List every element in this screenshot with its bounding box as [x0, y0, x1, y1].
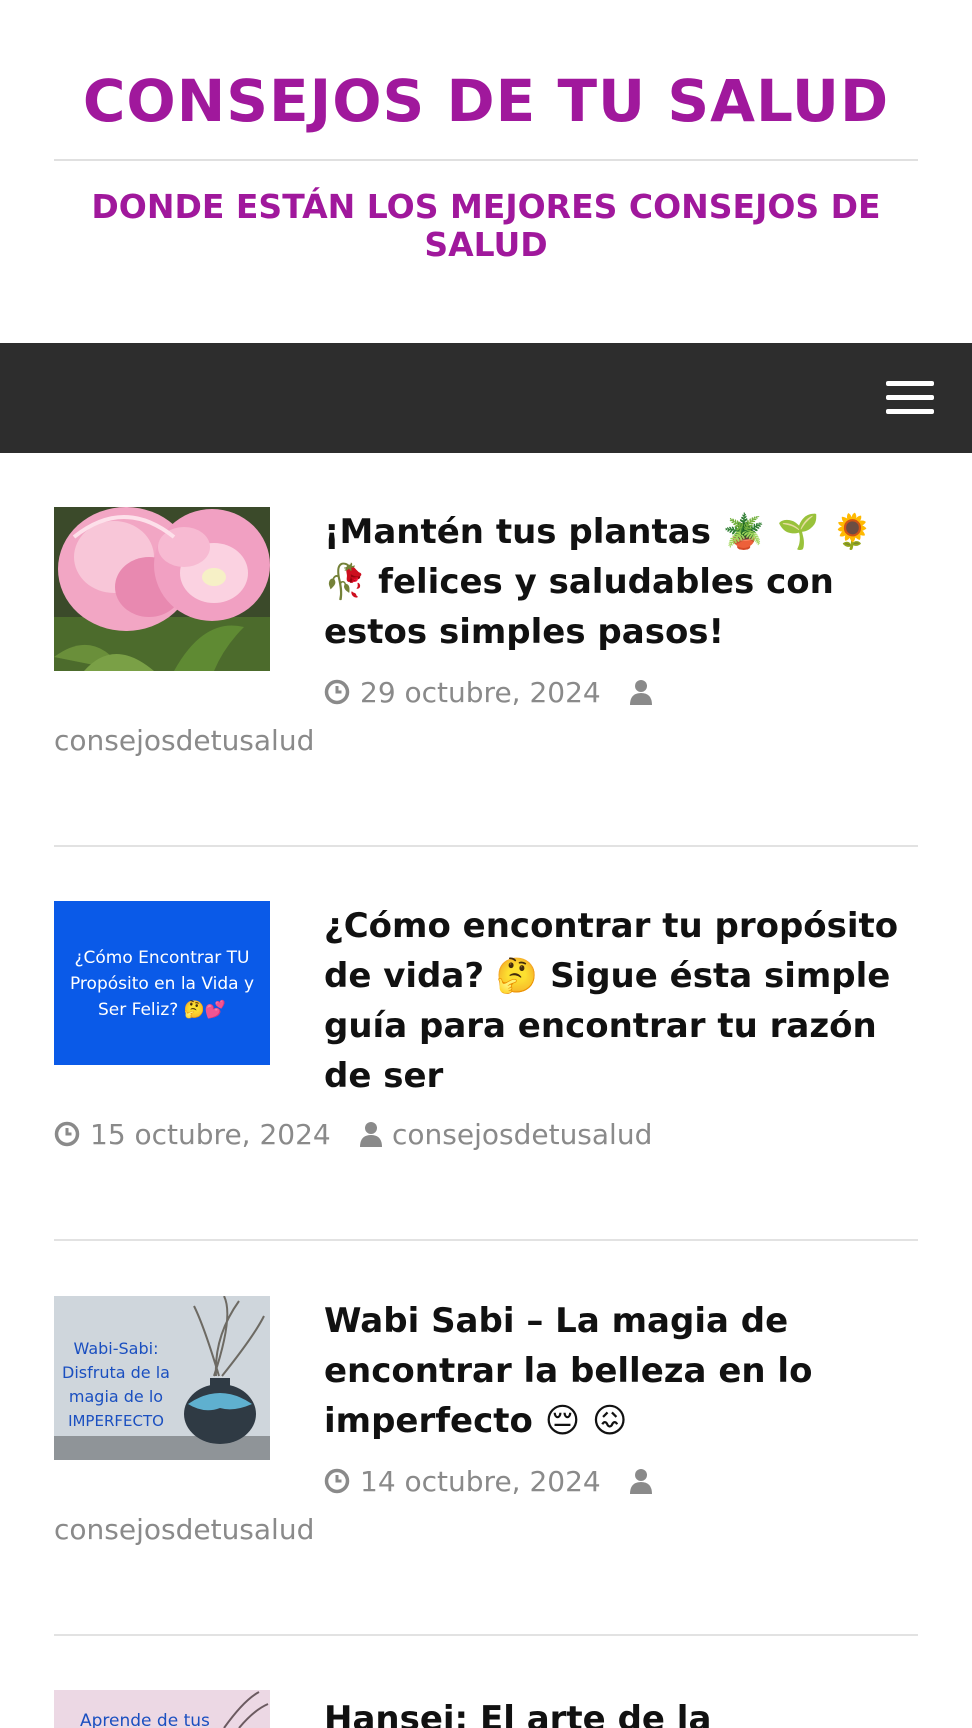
clock-icon [324, 1467, 350, 1503]
post-item: Wabi-Sabi: Disfruta de la magia de lo IM… [54, 1296, 918, 1636]
svg-text:¿Cómo Encontrar TU: ¿Cómo Encontrar TU [75, 948, 250, 968]
post-date-text: 14 octubre, 2024 [360, 1465, 601, 1498]
post-item: ¡Mantén tus plantas 🪴 🌱 🌻 🥀 felices y sa… [54, 507, 918, 847]
post-title[interactable]: ¿Cómo encontrar tu propósito de vida? 🤔 … [324, 901, 918, 1101]
post-date[interactable]: 29 octubre, 2024 [324, 675, 601, 714]
post-author[interactable]: consejosdetusalud [360, 1117, 652, 1156]
post-divider [54, 1634, 918, 1636]
svg-text:magia de lo: magia de lo [69, 1387, 163, 1406]
user-icon [360, 1120, 382, 1156]
svg-text:Ser Feliz? 🤔💕: Ser Feliz? 🤔💕 [98, 999, 226, 1020]
post-author-icon-wrap [630, 1464, 662, 1503]
hansei-thumbnail-image: Aprende de tus [54, 1690, 270, 1728]
post-thumbnail-hansei[interactable]: Aprende de tus [54, 1690, 270, 1728]
post-divider [54, 845, 918, 847]
post-date[interactable]: 15 octubre, 2024 [54, 1117, 331, 1156]
header-divider [54, 159, 918, 161]
svg-text:Disfruta de la: Disfruta de la [62, 1363, 170, 1382]
svg-text:Wabi-Sabi:: Wabi-Sabi: [74, 1339, 159, 1358]
user-icon [630, 1467, 652, 1503]
svg-text:IMPERFECTO: IMPERFECTO [68, 1412, 164, 1430]
post-author[interactable]: consejosdetusalud [54, 1512, 314, 1548]
post-thumbnail-wabi-sabi[interactable]: Wabi-Sabi: Disfruta de la magia de lo IM… [54, 1296, 270, 1460]
site-tagline: DONDE ESTÁN LOS MEJORES CONSEJOS DE SALU… [91, 187, 881, 264]
post-author-text: consejosdetusalud [392, 1118, 653, 1151]
post-date-text: 15 octubre, 2024 [90, 1118, 331, 1151]
post-author-icon-wrap [630, 675, 662, 714]
post-thumbnail-proposito[interactable]: ¿Cómo Encontrar TU Propósito en la Vida … [54, 901, 270, 1065]
wabi-sabi-thumbnail-image: Wabi-Sabi: Disfruta de la magia de lo IM… [54, 1296, 270, 1460]
post-title[interactable]: ¡Mantén tus plantas 🪴 🌱 🌻 🥀 felices y sa… [324, 507, 918, 657]
post-divider [54, 1239, 918, 1241]
main-navbar [0, 343, 972, 453]
site-title[interactable]: CONSEJOS DE TU SALUD [54, 66, 918, 136]
clock-icon [54, 1120, 80, 1156]
hamburger-menu-icon[interactable] [886, 381, 934, 417]
user-icon [630, 678, 652, 714]
post-item: ¿Cómo Encontrar TU Propósito en la Vida … [54, 901, 918, 1241]
pink-tulips-photo [54, 507, 270, 671]
post-item: Aprende de tus Hansei: El arte de la [54, 1690, 918, 1728]
proposito-thumbnail-image: ¿Cómo Encontrar TU Propósito en la Vida … [54, 901, 270, 1065]
post-title[interactable]: Hansei: El arte de la [324, 1694, 918, 1728]
post-date[interactable]: 14 octubre, 2024 [324, 1464, 601, 1503]
post-author[interactable]: consejosdetusalud [54, 723, 314, 759]
post-thumbnail-tulips[interactable] [54, 507, 270, 671]
post-date-text: 29 octubre, 2024 [360, 676, 601, 709]
svg-text:Propósito en la Vida y: Propósito en la Vida y [70, 974, 254, 994]
svg-text:Aprende de tus: Aprende de tus [80, 1711, 210, 1728]
clock-icon [324, 678, 350, 714]
post-title[interactable]: Wabi Sabi – La magia de encontrar la bel… [324, 1296, 918, 1446]
